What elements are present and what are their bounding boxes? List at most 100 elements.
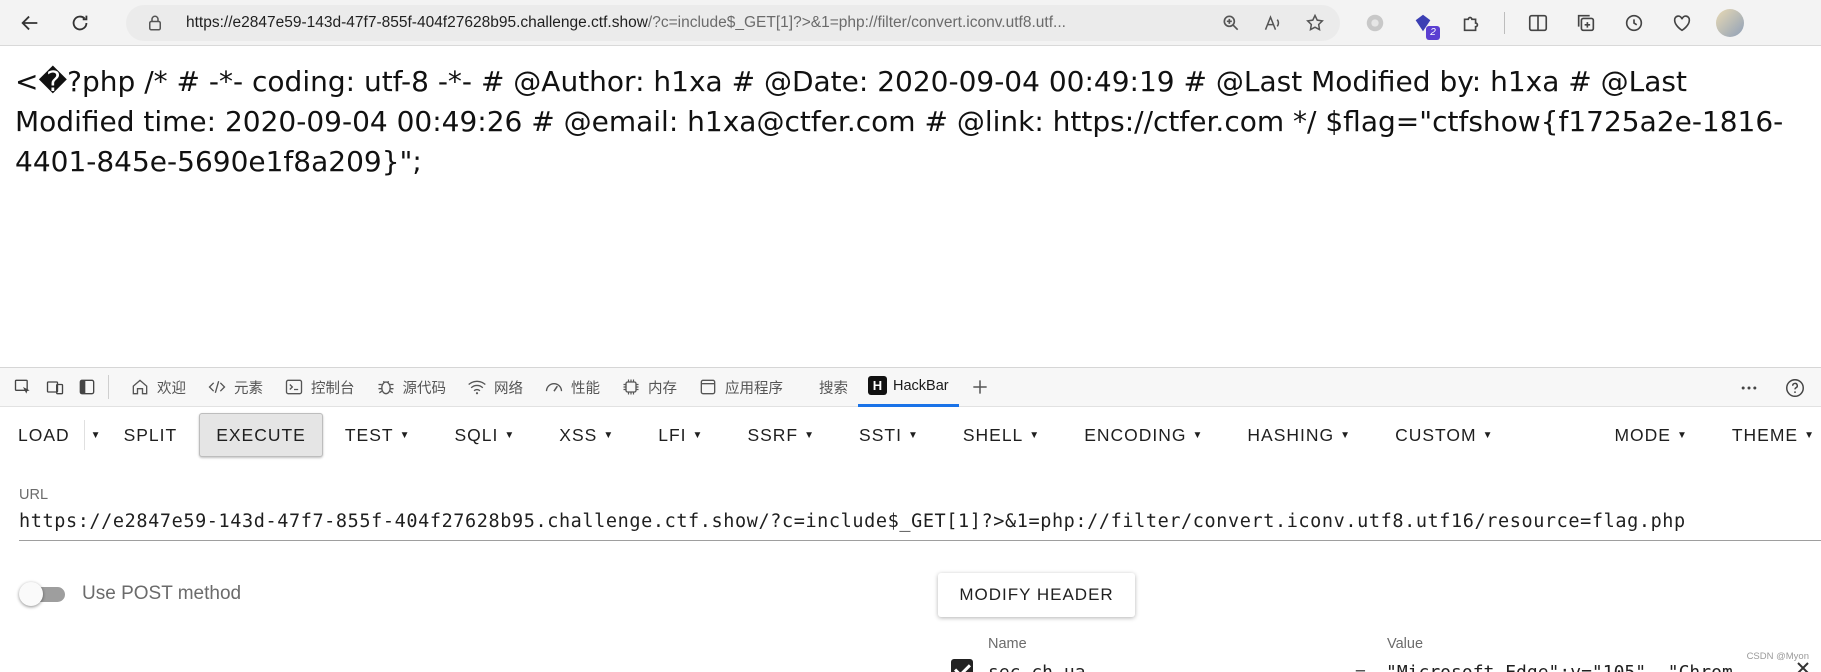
device-emulation-icon[interactable] bbox=[44, 376, 66, 398]
url-input[interactable]: https://e2847e59-143d-47f7-855f-404f2762… bbox=[19, 511, 1821, 541]
more-options-icon[interactable] bbox=[1737, 376, 1761, 400]
url-host: https://e2847e59-143d-47f7-855f-404f2762… bbox=[186, 14, 648, 31]
address-bar[interactable]: https://e2847e59-143d-47f7-855f-404f2762… bbox=[126, 5, 1340, 41]
header-name-column-label: Name bbox=[988, 636, 1027, 652]
header-value-input[interactable]: "Microsoft Edge";v="105", "Chrom bbox=[1386, 662, 1806, 672]
caret-down-icon: ▼ bbox=[1482, 429, 1494, 441]
xss-label: XSS bbox=[559, 424, 598, 445]
test-label: TEST bbox=[344, 424, 394, 445]
add-tab-button[interactable] bbox=[959, 367, 1001, 407]
execute-button[interactable]: EXECUTE bbox=[199, 413, 323, 457]
extension-badge: 2 bbox=[1426, 26, 1440, 40]
tab-memory[interactable]: 内存 bbox=[610, 367, 687, 407]
tab-sources-label: 源代码 bbox=[402, 380, 447, 397]
modify-header-button[interactable]: MODIFY HEADER bbox=[938, 573, 1135, 617]
tab-welcome[interactable]: 欢迎 bbox=[119, 367, 196, 407]
load-button[interactable]: LOAD bbox=[0, 413, 84, 457]
encoding-menu[interactable]: ENCODING ▼ bbox=[1068, 413, 1219, 457]
sqli-label: SQLI bbox=[454, 424, 499, 445]
star-icon[interactable] bbox=[1304, 12, 1326, 34]
reload-button[interactable] bbox=[62, 5, 98, 41]
browser-window: https://e2847e59-143d-47f7-855f-404f2762… bbox=[0, 0, 1821, 672]
code-icon bbox=[206, 376, 228, 398]
tab-network[interactable]: 网络 bbox=[456, 367, 533, 407]
caret-down-icon: ▼ bbox=[603, 429, 615, 441]
ssti-label: SSTI bbox=[859, 424, 902, 445]
split-screen-icon[interactable] bbox=[1523, 8, 1553, 38]
tab-performance[interactable]: 性能 bbox=[533, 367, 610, 407]
back-button[interactable] bbox=[12, 5, 48, 41]
lfi-label: LFI bbox=[658, 424, 687, 445]
watermark: CSDN @Myon⁠ bbox=[1746, 651, 1809, 662]
hashing-label: HASHING bbox=[1247, 424, 1335, 445]
devtools-tabbar: 欢迎 元素 控制台 源代码 网络 性能 内存 应用程序 搜索 H HackBar bbox=[0, 367, 1821, 407]
tab-performance-label: 性能 bbox=[571, 380, 600, 397]
shell-menu[interactable]: SHELL ▼ bbox=[947, 413, 1056, 457]
ssti-menu[interactable]: SSTI ▼ bbox=[843, 413, 935, 457]
tab-search-label: 搜索 bbox=[819, 380, 848, 397]
tab-elements-label: 元素 bbox=[234, 380, 263, 397]
hackbar-menu: LOAD ▼ SPLIT EXECUTE TEST ▼ SQLI ▼ XSS ▼ LF… bbox=[0, 408, 1821, 462]
header-name-input[interactable]: sec-ch-ua bbox=[988, 662, 1086, 672]
execute-label: EXECUTE bbox=[216, 424, 306, 445]
header-operator: = bbox=[1355, 662, 1366, 672]
puzzle-icon[interactable] bbox=[1456, 8, 1486, 38]
caret-down-icon: ▼ bbox=[1804, 429, 1815, 441]
reload-icon bbox=[72, 15, 88, 30]
load-label: LOAD bbox=[18, 424, 70, 445]
post-method-toggle[interactable] bbox=[19, 582, 67, 606]
tab-application-label: 应用程序 bbox=[725, 380, 783, 397]
tab-elements[interactable]: 元素 bbox=[196, 367, 273, 407]
tab-search[interactable]: 搜索 bbox=[809, 367, 858, 407]
header-enabled-checkbox[interactable] bbox=[951, 659, 973, 672]
load-dropdown-button[interactable]: ▼ bbox=[83, 420, 108, 450]
sqli-menu[interactable]: SQLI ▼ bbox=[439, 413, 532, 457]
tab-sources[interactable]: 源代码 bbox=[365, 367, 457, 407]
inspect-element-icon[interactable] bbox=[12, 376, 34, 398]
header-value-column-label: Value bbox=[1387, 636, 1424, 652]
post-method-label: Use POST method bbox=[82, 583, 242, 604]
caret-down-icon: ▼ bbox=[907, 429, 919, 441]
tab-console[interactable]: 控制台 bbox=[273, 367, 365, 407]
caret-down-icon: ▼ bbox=[1192, 429, 1204, 441]
extension-gem-icon[interactable]: 2 bbox=[1408, 8, 1440, 40]
tab-hackbar[interactable]: H HackBar bbox=[858, 367, 959, 407]
caret-down-icon: ▼ bbox=[804, 429, 816, 441]
performance-icon[interactable] bbox=[1667, 8, 1697, 38]
home-icon bbox=[129, 376, 151, 398]
hackbar-icon: H bbox=[868, 376, 887, 395]
caret-down-icon: ▼ bbox=[90, 429, 102, 441]
xss-menu[interactable]: XSS ▼ bbox=[543, 413, 630, 457]
history-icon[interactable] bbox=[1619, 8, 1649, 38]
caret-down-icon: ▼ bbox=[399, 429, 411, 441]
caret-down-icon: ▼ bbox=[692, 429, 704, 441]
lock-icon bbox=[149, 15, 161, 31]
profile-avatar[interactable] bbox=[1715, 8, 1745, 38]
ssrf-menu[interactable]: SSRF ▼ bbox=[731, 413, 831, 457]
split-button[interactable]: SPLIT bbox=[108, 413, 200, 457]
memory-icon bbox=[620, 376, 642, 398]
tab-hackbar-label: HackBar bbox=[893, 377, 949, 394]
browser-toolbar: https://e2847e59-143d-47f7-855f-404f2762… bbox=[0, 0, 1821, 46]
read-aloud-icon[interactable] bbox=[1262, 12, 1284, 34]
page-content: <�?php /* # -*- coding: utf-8 -*- # @Aut… bbox=[15, 65, 1784, 178]
hashing-menu[interactable]: HASHING ▼ bbox=[1231, 413, 1367, 457]
help-icon[interactable] bbox=[1783, 376, 1807, 400]
test-menu[interactable]: TEST ▼ bbox=[329, 413, 427, 457]
lfi-menu[interactable]: LFI ▼ bbox=[642, 413, 719, 457]
mode-label: MODE bbox=[1614, 424, 1671, 445]
theme-menu[interactable]: THEME ▼ bbox=[1716, 413, 1821, 457]
console-icon bbox=[283, 376, 305, 398]
zoom-icon[interactable] bbox=[1220, 12, 1242, 34]
mode-menu[interactable]: MODE ▼ bbox=[1598, 413, 1703, 457]
address-url[interactable]: https://e2847e59-143d-47f7-855f-404f2762… bbox=[186, 14, 1186, 32]
ssrf-label: SSRF bbox=[747, 424, 799, 445]
toolbar-divider bbox=[1504, 12, 1505, 34]
dock-panel-icon[interactable] bbox=[76, 376, 98, 398]
custom-label: CUSTOM bbox=[1395, 424, 1477, 445]
extension-circle-icon[interactable] bbox=[1360, 8, 1390, 38]
collections-icon[interactable] bbox=[1571, 8, 1601, 38]
caret-down-icon: ▼ bbox=[504, 429, 516, 441]
tab-application[interactable]: 应用程序 bbox=[687, 367, 793, 407]
custom-menu[interactable]: CUSTOM ▼ bbox=[1379, 413, 1509, 457]
